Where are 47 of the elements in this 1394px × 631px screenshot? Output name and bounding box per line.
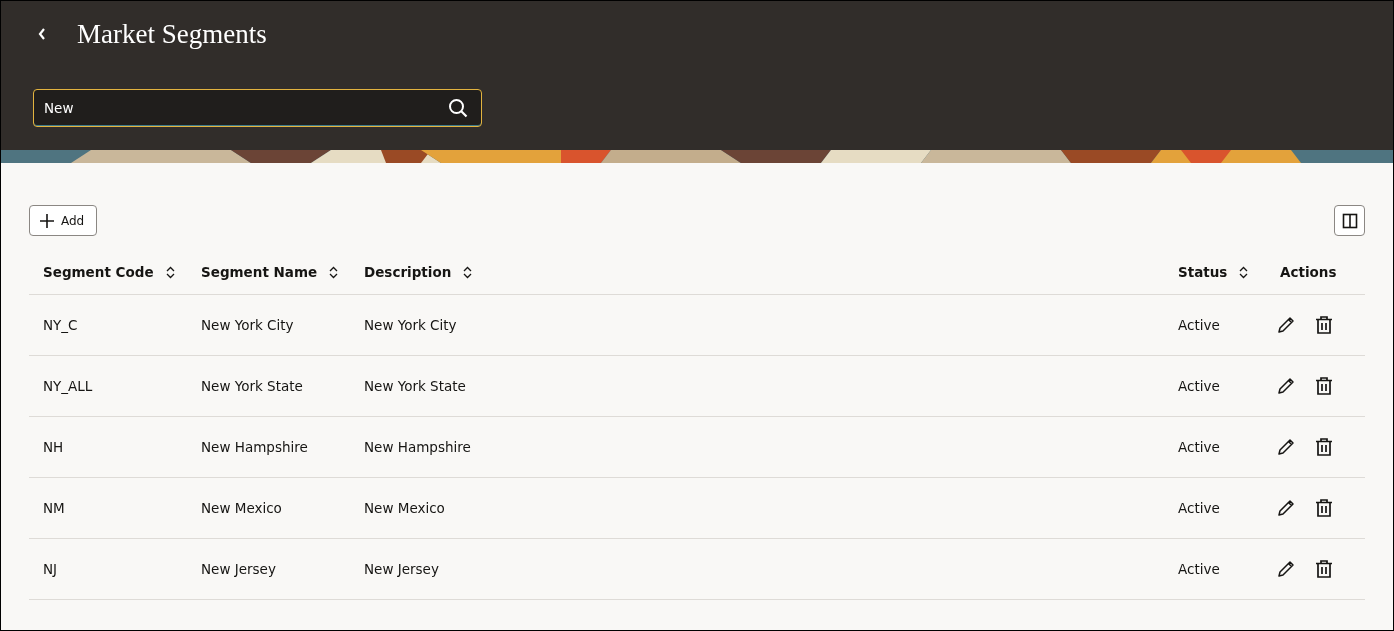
sort-icon [463,265,473,279]
segment-code-cell: NM [43,500,65,516]
segment-name-cell: New York City [201,317,294,333]
segment-code-cell: NY_ALL [43,378,93,394]
page-title: Market Segments [77,18,267,50]
chevron-left-icon [37,27,47,41]
sort-icon [1239,265,1249,279]
pencil-icon [1276,559,1296,579]
pencil-icon [1276,437,1296,457]
status-cell: Active [1178,439,1220,455]
pencil-icon [1276,376,1296,396]
status-cell: Active [1178,378,1220,394]
pencil-icon [1276,498,1296,518]
status-cell: Active [1178,317,1220,333]
segment-name-cell: New Jersey [201,561,276,577]
status-cell: Active [1178,561,1220,577]
segment-name-cell: New York State [201,378,303,394]
description-cell: New Jersey [364,561,439,577]
plus-icon [39,212,55,229]
trash-icon [1314,498,1334,518]
columns-icon [1341,212,1358,229]
trash-icon [1314,376,1334,396]
description-cell: New York State [364,378,466,394]
trash-icon [1314,559,1334,579]
column-header[interactable]: Status [1178,264,1249,280]
search-field[interactable]: New [33,89,482,127]
column-header[interactable]: Description [364,264,473,280]
status-cell: Active [1178,500,1220,516]
segment-code-cell: NY_C [43,317,78,333]
sort-icon [165,265,175,279]
column-header[interactable]: Segment Code [43,264,175,280]
trash-icon [1314,437,1334,457]
column-header: Actions [1280,264,1337,280]
segment-name-cell: New Mexico [201,500,282,516]
segment-code-cell: NJ [43,561,58,577]
add-button[interactable]: Add [29,205,98,236]
description-cell: New York City [364,317,457,333]
description-cell: New Mexico [364,500,445,516]
trash-icon [1314,315,1334,335]
segment-code-cell: NH [43,439,64,455]
pencil-icon [1276,315,1296,335]
column-layout-button[interactable] [1334,205,1365,236]
search-icon [448,98,468,118]
column-header[interactable]: Segment Name [201,264,339,280]
sort-icon [329,265,339,279]
description-cell: New Hampshire [364,439,471,455]
segment-name-cell: New Hampshire [201,439,308,455]
